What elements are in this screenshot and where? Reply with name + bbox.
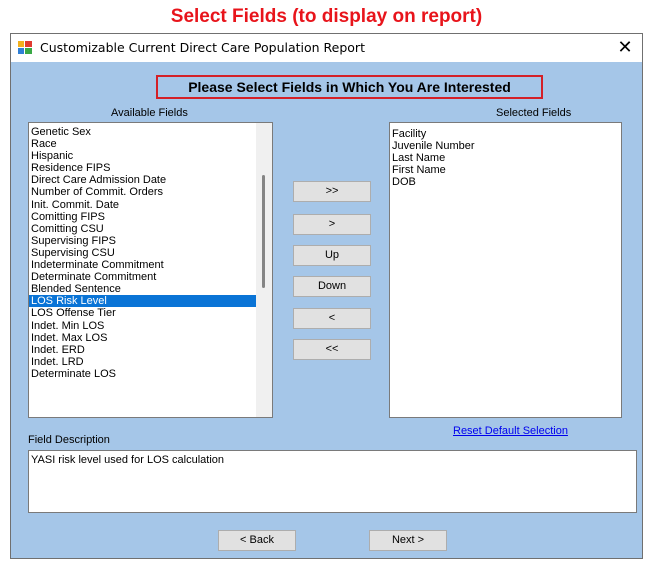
field-description-text: YASI risk level used for LOS calculation <box>31 454 224 466</box>
available-fields-list[interactable]: Genetic Sex Race Hispanic Residence FIPS Dir… <box>28 122 273 418</box>
remove-all-button[interactable]: << <box>293 339 371 360</box>
available-field-item[interactable]: Supervising CSU <box>29 247 272 259</box>
available-field-item[interactable]: Residence FIPS <box>29 162 272 174</box>
available-field-item[interactable]: Indet. ERD <box>29 344 272 356</box>
move-up-button[interactable]: Up <box>293 245 371 266</box>
available-field-item[interactable]: Indet. LRD <box>29 356 272 368</box>
selected-fields-list[interactable]: Facility Juvenile Number Last Name First Na… <box>389 122 622 418</box>
selected-field-item[interactable]: Juvenile Number <box>390 140 621 152</box>
available-field-item[interactable]: Genetic Sex <box>29 126 272 138</box>
available-field-item[interactable]: Determinate Commitment <box>29 271 272 283</box>
available-field-item[interactable]: Determinate LOS <box>29 368 272 380</box>
window-title: Customizable Current Direct Care Populat… <box>40 40 365 55</box>
selected-field-item[interactable]: Facility <box>390 128 621 140</box>
page-caption: Select Fields (to display on report) <box>170 6 483 27</box>
available-field-item[interactable]: Number of Commit. Orders <box>29 186 272 198</box>
available-field-item[interactable]: Indet. Min LOS <box>29 320 272 332</box>
back-button[interactable]: < Back <box>218 530 296 551</box>
available-field-item[interactable]: Comitting FIPS <box>29 211 272 223</box>
available-fields-label: Available Fields <box>111 107 188 119</box>
close-icon[interactable]: ✕ <box>608 34 642 62</box>
available-field-item[interactable]: Indet. Max LOS <box>29 332 272 344</box>
add-all-button[interactable]: >> <box>293 181 371 202</box>
available-list-scrollbar[interactable] <box>256 123 272 417</box>
move-down-button[interactable]: Down <box>293 276 371 297</box>
next-button[interactable]: Next > <box>369 530 447 551</box>
available-field-item[interactable]: LOS Risk Level <box>29 295 272 308</box>
selected-fields-label: Selected Fields <box>496 107 572 119</box>
selected-field-item[interactable]: Last Name <box>390 152 621 164</box>
available-field-item[interactable]: Direct Care Admission Date <box>29 174 272 186</box>
title-bar: Customizable Current Direct Care Populat… <box>11 34 642 62</box>
available-field-item[interactable]: LOS Offense Tier <box>29 307 272 319</box>
available-field-item[interactable]: Race <box>29 138 272 150</box>
field-description-label: Field Description <box>28 434 110 446</box>
scrollbar-thumb[interactable] <box>262 175 265 288</box>
available-field-item[interactable]: Indeterminate Commitment <box>29 259 272 271</box>
available-field-item[interactable]: Comitting CSU <box>29 223 272 235</box>
available-field-item[interactable]: Supervising FIPS <box>29 235 272 247</box>
app-icon <box>18 41 32 54</box>
available-field-item[interactable]: Init. Commit. Date <box>29 199 272 211</box>
reset-default-selection-link[interactable]: Reset Default Selection <box>453 425 568 437</box>
remove-button[interactable]: < <box>293 308 371 329</box>
selected-field-item[interactable]: First Name <box>390 164 621 176</box>
report-dialog: Customizable Current Direct Care Populat… <box>10 33 643 559</box>
add-button[interactable]: > <box>293 214 371 235</box>
field-description-box: YASI risk level used for LOS calculation <box>28 450 637 513</box>
instruction-header: Please Select Fields in Which You Are In… <box>156 75 543 99</box>
available-field-item[interactable]: Hispanic <box>29 150 272 162</box>
available-field-item[interactable]: Blended Sentence <box>29 283 272 295</box>
selected-field-item[interactable]: DOB <box>390 176 621 188</box>
